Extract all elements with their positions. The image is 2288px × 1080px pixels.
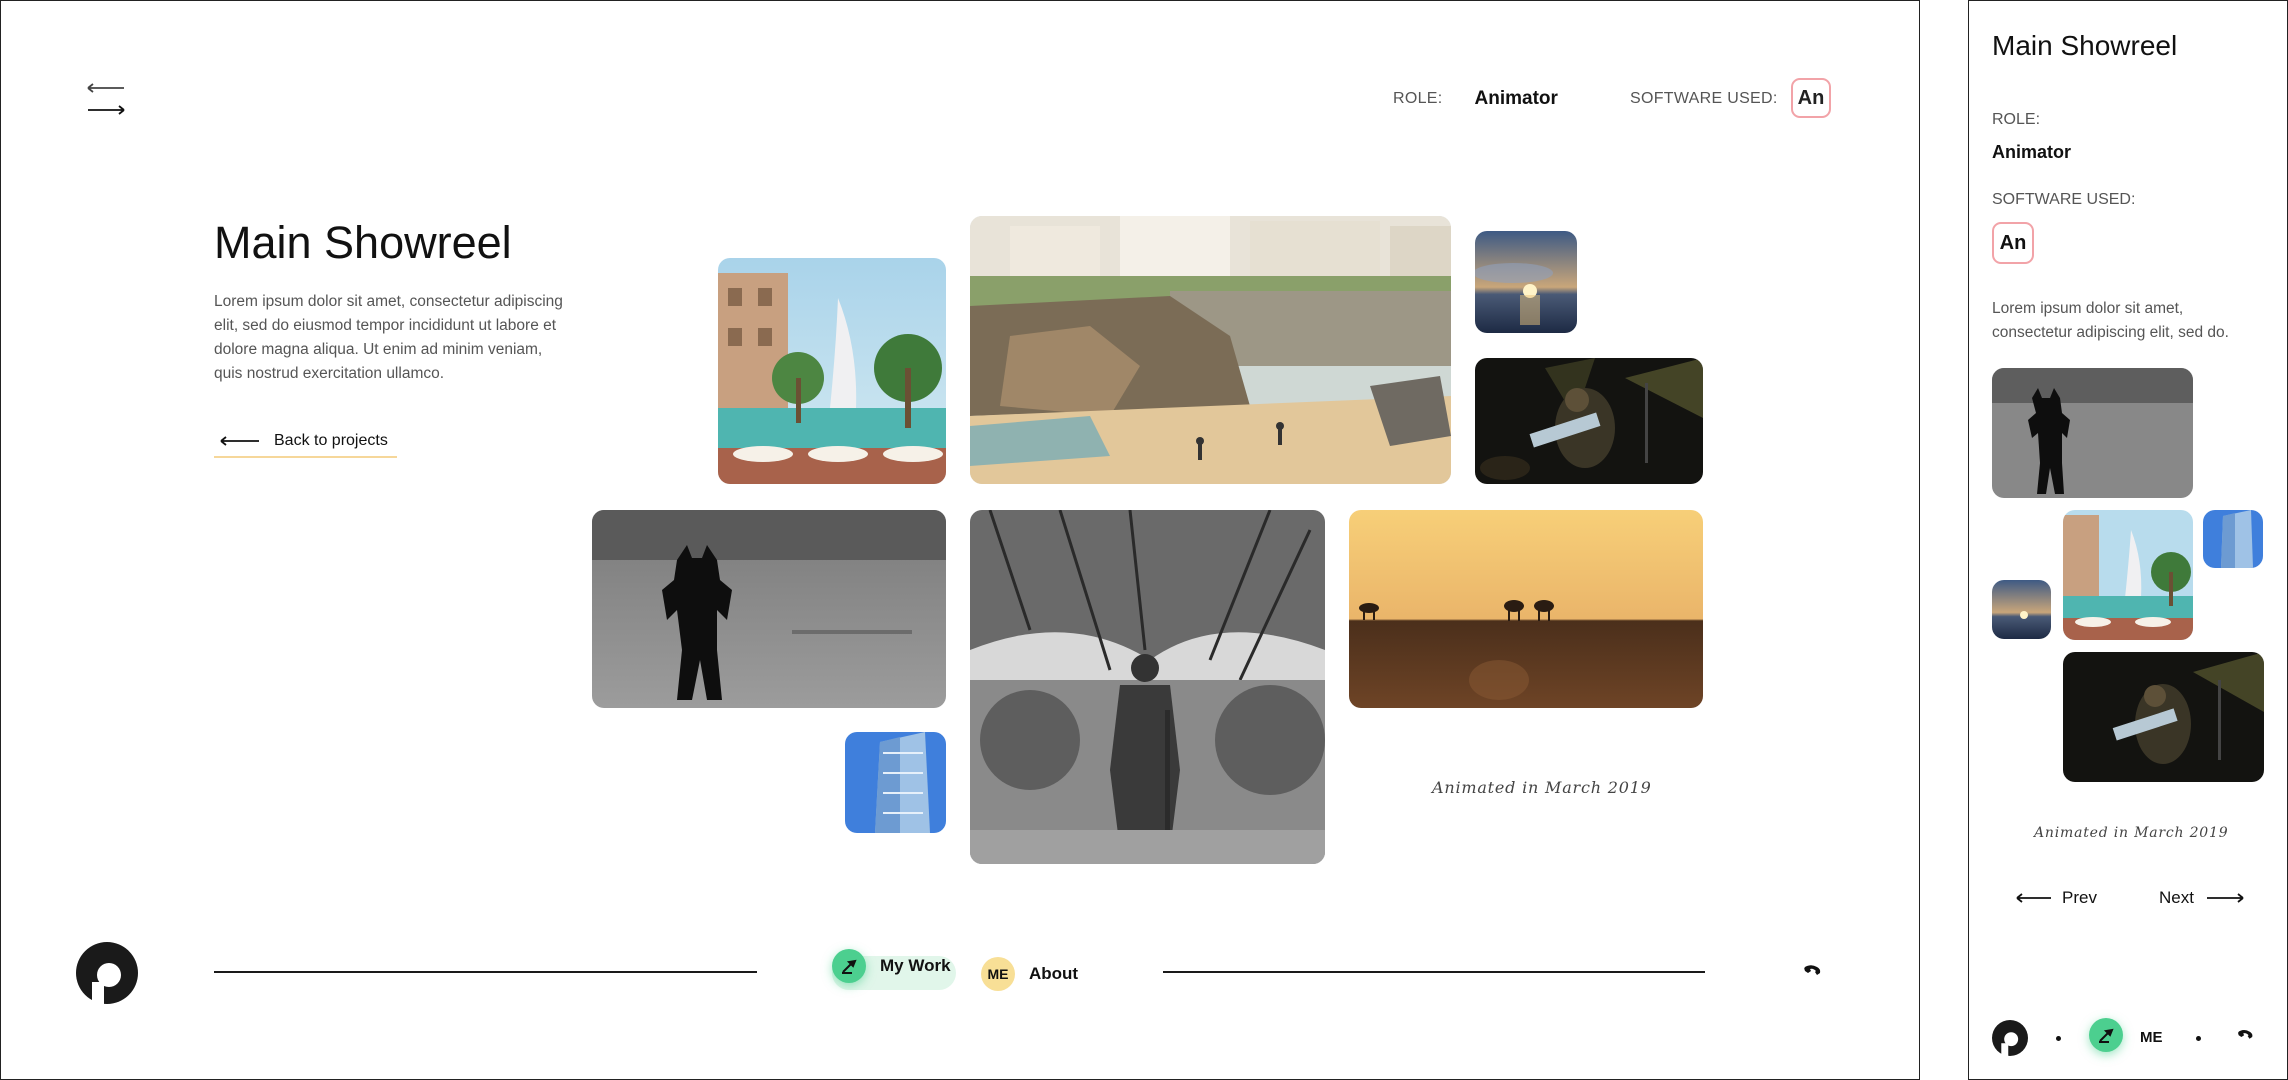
mobile-software-badge: An [1992,222,2034,264]
mobile-role-value: Animator [1992,142,2072,162]
footer-divider-left [214,971,757,973]
mobile-image-sunset-sea[interactable] [1992,580,2051,639]
footer-divider-right [1163,971,1705,973]
prev-label: Prev [2062,888,2097,907]
nav-my-work[interactable]: My Work [832,949,951,983]
nav-dot [2056,1036,2061,1041]
gallery-image-concert[interactable] [1475,358,1703,484]
software-group: SOFTWARE USED: [1630,88,1778,110]
arrow-left-icon [2016,893,2051,903]
mobile-role-label: ROLE: [1992,111,2041,128]
mobile-animation-caption: Animated in March 2019 [2034,825,2229,841]
pen-nib-icon [832,949,866,983]
gallery-image-statue[interactable] [970,510,1325,864]
mobile-image-concert[interactable] [2063,652,2264,782]
role-group: ROLE: Animator [1393,88,1558,110]
gallery-image-sunset-sea[interactable] [1475,231,1577,333]
gallery-image-dubai[interactable] [718,258,946,484]
software-label: SOFTWARE USED: [1630,90,1778,107]
page-title: Main Showreel [214,217,512,268]
back-to-projects-link[interactable]: Back to projects [214,426,397,458]
mobile-about-badge[interactable]: ME [2140,1029,2163,1046]
mobile-project-description: Lorem ipsum dolor sit amet, consectetur … [1992,300,2229,341]
next-label: Next [2159,888,2194,907]
back-link-label: Back to projects [274,432,388,449]
mobile-software-label: SOFTWARE USED: [1992,191,2136,208]
mobile-image-dubai[interactable] [2063,510,2193,640]
gallery-image-sheep-sunset[interactable] [1349,510,1703,708]
gallery-image-beach[interactable] [970,216,1451,484]
arrow-right-icon [2206,893,2244,903]
project-description: Lorem ipsum dolor sit amet, consectetur … [214,293,563,382]
role-label: ROLE: [1393,90,1443,107]
nav-my-work-label: My Work [880,956,951,975]
nav-about-label: About [1029,964,1079,983]
next-button[interactable]: Next [2159,888,2244,908]
gallery-image-skyscraper[interactable] [845,732,946,833]
about-badge: ME [981,957,1015,991]
animation-caption: Animated in March 2019 [1432,778,1652,797]
mobile-brand-logo[interactable] [1992,1020,2028,1056]
software-badge: An [1791,78,1831,118]
nav-dot [2196,1036,2201,1041]
mobile-page-title: Main Showreel [1992,30,2178,61]
brand-logo[interactable] [76,942,138,1004]
menu-arrows-icon[interactable] [86,80,126,116]
nav-about[interactable]: ME About [981,957,1078,991]
mobile-phone-icon[interactable] [2236,1028,2254,1046]
mobile-pen-nib-icon[interactable] [2089,1018,2123,1052]
phone-icon[interactable] [1802,963,1822,983]
prev-button[interactable]: Prev [2016,888,2097,908]
mobile-image-skyscraper[interactable] [2203,510,2263,568]
arrow-left-icon [220,436,259,446]
gallery-image-silhouette-figure[interactable] [592,510,946,708]
mobile-image-silhouette-figure[interactable] [1992,368,2193,498]
role-value: Animator [1474,88,1558,109]
